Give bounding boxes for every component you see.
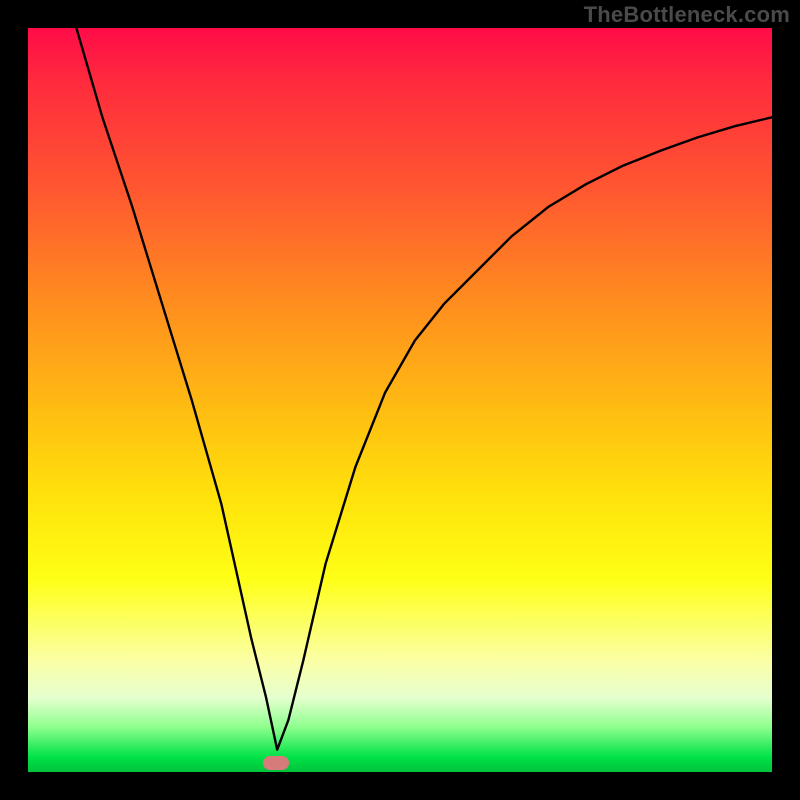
optimum-marker <box>263 756 289 770</box>
bottleneck-curve <box>28 28 772 772</box>
watermark-label: TheBottleneck.com <box>584 2 790 28</box>
chart-frame: TheBottleneck.com <box>0 0 800 800</box>
plot-area <box>28 28 772 772</box>
curve-path <box>76 28 772 750</box>
